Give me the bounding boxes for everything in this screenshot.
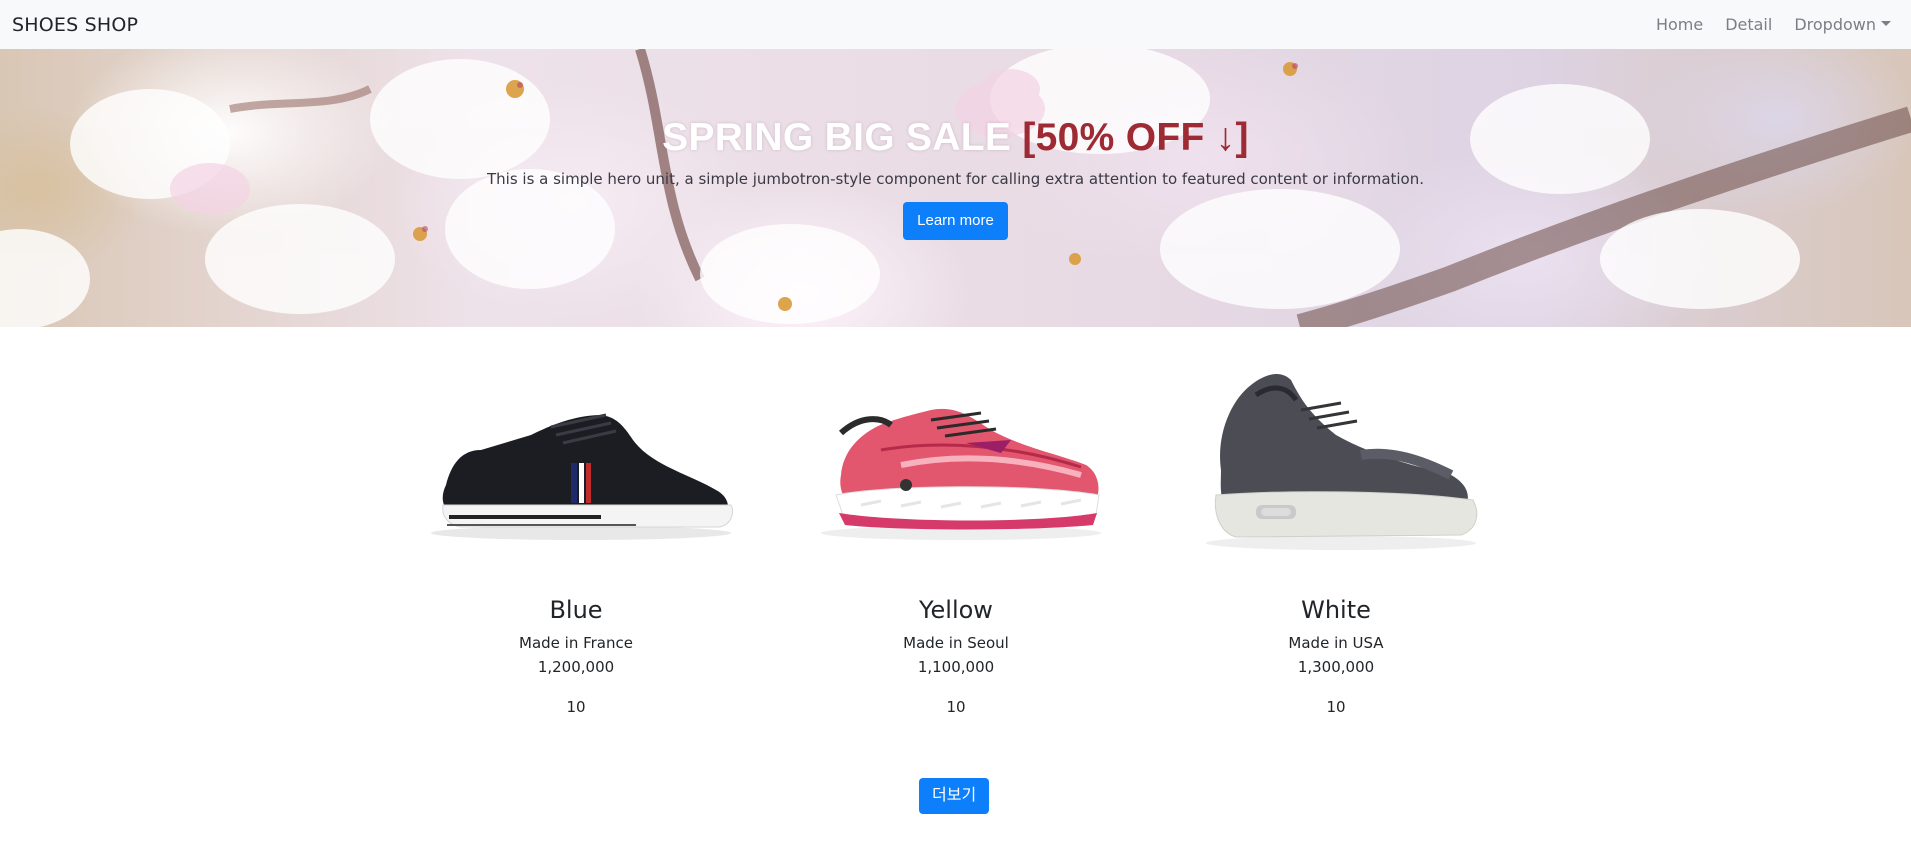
product-name: Yellow — [919, 596, 993, 624]
product-card: Blue Made in France 1,200,000 10 — [386, 355, 766, 717]
nav-detail-link[interactable]: Detail — [1725, 15, 1772, 34]
product-origin: Made in France — [519, 634, 633, 652]
hero-title-discount: [50% OFF ↓] — [1022, 116, 1249, 159]
product-origin: Made in Seoul — [903, 634, 1009, 652]
shoe-image-white[interactable] — [1161, 355, 1511, 565]
navbar: SHOES SHOP Home Detail Dropdown — [0, 0, 1911, 49]
nav-dropdown-toggle[interactable]: Dropdown — [1794, 15, 1891, 34]
product-count: 10 — [946, 698, 966, 716]
learn-more-button[interactable]: Learn more — [903, 202, 1008, 240]
product-name: White — [1301, 596, 1371, 624]
hero-content: SPRING BIG SALE [50% OFF ↓] This is a si… — [0, 49, 1911, 327]
hero-description: This is a simple hero unit, a simple jum… — [486, 170, 1425, 188]
product-origin: Made in USA — [1288, 634, 1384, 652]
brand-logo[interactable]: SHOES SHOP — [12, 14, 138, 36]
hero-title: SPRING BIG SALE [50% OFF ↓] — [662, 115, 1249, 161]
nav-home-link[interactable]: Home — [1656, 15, 1703, 34]
product-name: Blue — [549, 596, 603, 624]
product-price: 1,300,000 — [1297, 658, 1375, 676]
load-more-button[interactable]: 더보기 — [919, 778, 990, 814]
caret-down-icon — [1881, 21, 1891, 26]
product-count: 10 — [566, 698, 586, 716]
product-price: 1,200,000 — [537, 658, 615, 676]
hero-banner: SPRING BIG SALE [50% OFF ↓] This is a si… — [0, 49, 1911, 327]
shoe-image-blue[interactable] — [401, 355, 751, 565]
product-count: 10 — [1326, 698, 1346, 716]
product-price: 1,100,000 — [917, 658, 995, 676]
product-card: White Made in USA 1,300,000 10 — [1146, 355, 1526, 717]
shoe-image-yellow[interactable] — [781, 355, 1131, 565]
nav-dropdown-label: Dropdown — [1794, 15, 1876, 34]
hero-title-main: SPRING BIG SALE — [662, 116, 1012, 159]
nav-links: Home Detail Dropdown — [1656, 15, 1899, 34]
product-card: Yellow Made in Seoul 1,100,000 10 — [766, 355, 1146, 717]
